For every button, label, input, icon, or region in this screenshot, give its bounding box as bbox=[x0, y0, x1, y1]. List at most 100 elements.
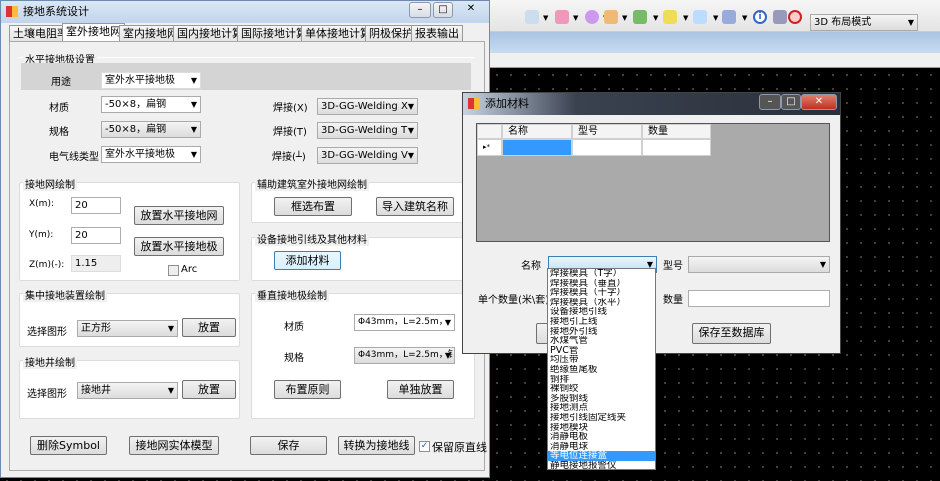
map-icon[interactable] bbox=[722, 10, 736, 24]
vertical-group-label: 垂直接地极绘制 bbox=[255, 287, 329, 302]
cell-name[interactable] bbox=[502, 139, 572, 156]
dropdown-option[interactable]: 均压带 bbox=[548, 355, 655, 365]
dropdown-option[interactable]: 等电位连接盒 bbox=[548, 451, 655, 461]
use-row bbox=[21, 63, 471, 90]
dropdown-option[interactable]: PVC管 bbox=[548, 346, 655, 356]
globe-icon[interactable] bbox=[585, 10, 599, 24]
grid-icon[interactable] bbox=[773, 10, 787, 24]
dropdown-option[interactable]: 铜排 bbox=[548, 375, 655, 385]
dialog-close-button[interactable]: ✕ bbox=[801, 94, 837, 110]
page-icon[interactable] bbox=[525, 10, 539, 24]
place-horiz-pole-button[interactable]: 放置水平接地极 bbox=[134, 237, 224, 256]
dropdown-option[interactable]: 接地测点 bbox=[548, 403, 655, 413]
model-select[interactable]: ▼ bbox=[688, 256, 830, 273]
dropdown-option[interactable]: 多股铜线 bbox=[548, 394, 655, 404]
dropdown-option[interactable]: 绝缘鱼尾板 bbox=[548, 365, 655, 375]
dropdown-option[interactable]: 焊接模具（十字） bbox=[548, 288, 655, 298]
central-shape-label: 选择图形 bbox=[27, 327, 67, 338]
solid-model-button[interactable]: 接地网实体模型 bbox=[129, 436, 219, 455]
materials-grid[interactable]: 名称 型号 数量 ▸* bbox=[476, 123, 830, 242]
x-input[interactable]: 20 bbox=[71, 197, 121, 214]
vertical-spec-select[interactable]: Φ43mm，L=2.5m，钅 ▼ bbox=[354, 347, 455, 364]
save-button[interactable]: 保存 bbox=[250, 436, 327, 455]
weld-t-select[interactable]: 3D-GG-Welding T ▼ bbox=[317, 122, 418, 139]
info-icon[interactable]: i bbox=[753, 10, 767, 24]
central-group-label: 集中接地装置绘制 bbox=[23, 287, 107, 302]
layers-icon[interactable] bbox=[555, 10, 569, 24]
minimize-button[interactable]: – bbox=[409, 2, 431, 18]
name-dropdown-list[interactable]: 焊接模具（T字） 焊接模具（垂直） 焊接模具（十字） 焊接模具（水平） 设备接地引线 接地… bbox=[547, 268, 656, 470]
maximize-button[interactable]: □ bbox=[433, 2, 453, 18]
aux-group-label: 辅助建筑室外接地网绘制 bbox=[255, 176, 369, 191]
y-input[interactable]: 20 bbox=[71, 227, 121, 244]
dropdown-option[interactable]: 焊接模具（垂直） bbox=[548, 279, 655, 289]
cell-qty[interactable] bbox=[642, 139, 711, 156]
spec-label: 规格 bbox=[49, 127, 69, 138]
vertical-material-select[interactable]: Φ43mm，L=2.5m， ▼ bbox=[354, 314, 455, 331]
dialog-maximize-button[interactable]: □ bbox=[781, 94, 801, 110]
equip-group-label: 设备接地引线及其他材料 bbox=[255, 231, 369, 246]
dropdown-option[interactable]: 消静电球 bbox=[548, 442, 655, 452]
grounding-design-window: 接地系统设计 – □ ✕ 土壤电阻率 室外接地网 室内接地网 国内接地计算 国际… bbox=[0, 0, 490, 478]
place-horiz-grid-button[interactable]: 放置水平接地网 bbox=[134, 206, 224, 225]
dropdown-option[interactable]: 接地外引线 bbox=[548, 327, 655, 337]
qty-input[interactable] bbox=[688, 290, 830, 307]
single-place-button[interactable]: 单独放置 bbox=[387, 380, 454, 399]
use-select[interactable]: 室外水平接地极 ▼ bbox=[101, 72, 201, 89]
well-shape-select[interactable]: 接地井 ▼ bbox=[77, 382, 178, 399]
delete-symbol-button[interactable]: 删除Symbol bbox=[30, 436, 107, 455]
central-place-button[interactable]: 放置 bbox=[182, 318, 236, 337]
weld-v-select[interactable]: 3D-GG-Welding V ▼ bbox=[317, 147, 418, 164]
dropdown-option[interactable]: 消静电板 bbox=[548, 432, 655, 442]
z-label: Z(m)(-): bbox=[29, 260, 65, 270]
stack-icon[interactable] bbox=[663, 10, 677, 24]
gauge-icon[interactable] bbox=[604, 10, 618, 24]
save-to-db-button[interactable]: 保存至数据库 bbox=[692, 323, 771, 344]
dropdown-option[interactable]: 焊接模具（T字） bbox=[548, 269, 655, 279]
tab-intl-calc[interactable]: 国际接地计算 bbox=[237, 25, 311, 42]
tab-cathodic[interactable]: 阴极保护 bbox=[365, 25, 417, 42]
keep-line-checkbox[interactable]: ✓ bbox=[419, 441, 430, 452]
tab-domestic-calc[interactable]: 国内接地计算 bbox=[173, 25, 247, 42]
dropdown-option[interactable]: 水煤气管 bbox=[548, 336, 655, 346]
convert-ground-line-button[interactable]: 转换为接地线 bbox=[338, 436, 415, 455]
layout-mode-select[interactable]: 3D 布局模式 ▼ bbox=[810, 14, 918, 31]
qty-label: 数量 bbox=[663, 295, 683, 306]
import-building-button[interactable]: 导入建筑名称 bbox=[376, 197, 454, 216]
tab-report[interactable]: 报表输出 bbox=[411, 25, 463, 42]
dropdown-option[interactable]: 接地模块 bbox=[548, 423, 655, 433]
zoom-icon[interactable] bbox=[693, 10, 707, 24]
table-icon[interactable] bbox=[633, 10, 647, 24]
dropdown-option[interactable]: 设备接地引线 bbox=[548, 307, 655, 317]
model-label: 型号 bbox=[663, 261, 683, 272]
wire-type-label: 电气线类型 bbox=[49, 152, 99, 163]
central-shape-select[interactable]: 正方形 ▼ bbox=[77, 320, 178, 337]
spec-select[interactable]: -50×8，扁钢 ▼ bbox=[101, 121, 201, 138]
no-icon[interactable] bbox=[788, 10, 802, 24]
dropdown-option[interactable]: 接地引上线 bbox=[548, 317, 655, 327]
column-header-name[interactable]: 名称 bbox=[502, 124, 572, 139]
dialog-minimize-button[interactable]: – bbox=[759, 94, 781, 110]
arc-checkbox[interactable] bbox=[168, 265, 179, 276]
tab-outdoor-grid[interactable]: 室外接地网 bbox=[62, 23, 125, 42]
well-place-button[interactable]: 放置 bbox=[182, 380, 236, 399]
column-header-model[interactable]: 型号 bbox=[572, 124, 642, 139]
y-label: Y(m): bbox=[29, 230, 54, 240]
dropdown-option[interactable]: 焊接模具（水平） bbox=[548, 298, 655, 308]
material-select[interactable]: -50×8，扁钢 ▼ bbox=[101, 96, 201, 113]
wire-type-select[interactable]: 室外水平接地极 ▼ bbox=[101, 146, 201, 163]
layout-rule-button[interactable]: 布置原则 bbox=[274, 380, 341, 399]
dialog-title-bar: 添加材料 – □ ✕ bbox=[463, 93, 840, 115]
weld-x-select[interactable]: 3D-GG-Welding X ▼ bbox=[317, 98, 418, 115]
add-material-button[interactable]: 添加材料 bbox=[274, 251, 341, 270]
dropdown-option[interactable]: 裸铜绞 bbox=[548, 384, 655, 394]
box-select-button[interactable]: 框选布置 bbox=[274, 197, 352, 216]
close-button[interactable]: ✕ bbox=[455, 2, 487, 18]
row-header[interactable]: ▸* bbox=[477, 139, 502, 156]
z-input[interactable]: 1.15 bbox=[71, 255, 121, 272]
tab-single-calc[interactable]: 单体接地计算 bbox=[301, 25, 375, 42]
dropdown-option[interactable]: 静电接地报警仪 bbox=[548, 461, 655, 471]
dropdown-option[interactable]: 接地引线固定线夹 bbox=[548, 413, 655, 423]
column-header-qty[interactable]: 数量 bbox=[642, 124, 711, 139]
cell-model[interactable] bbox=[572, 139, 642, 156]
